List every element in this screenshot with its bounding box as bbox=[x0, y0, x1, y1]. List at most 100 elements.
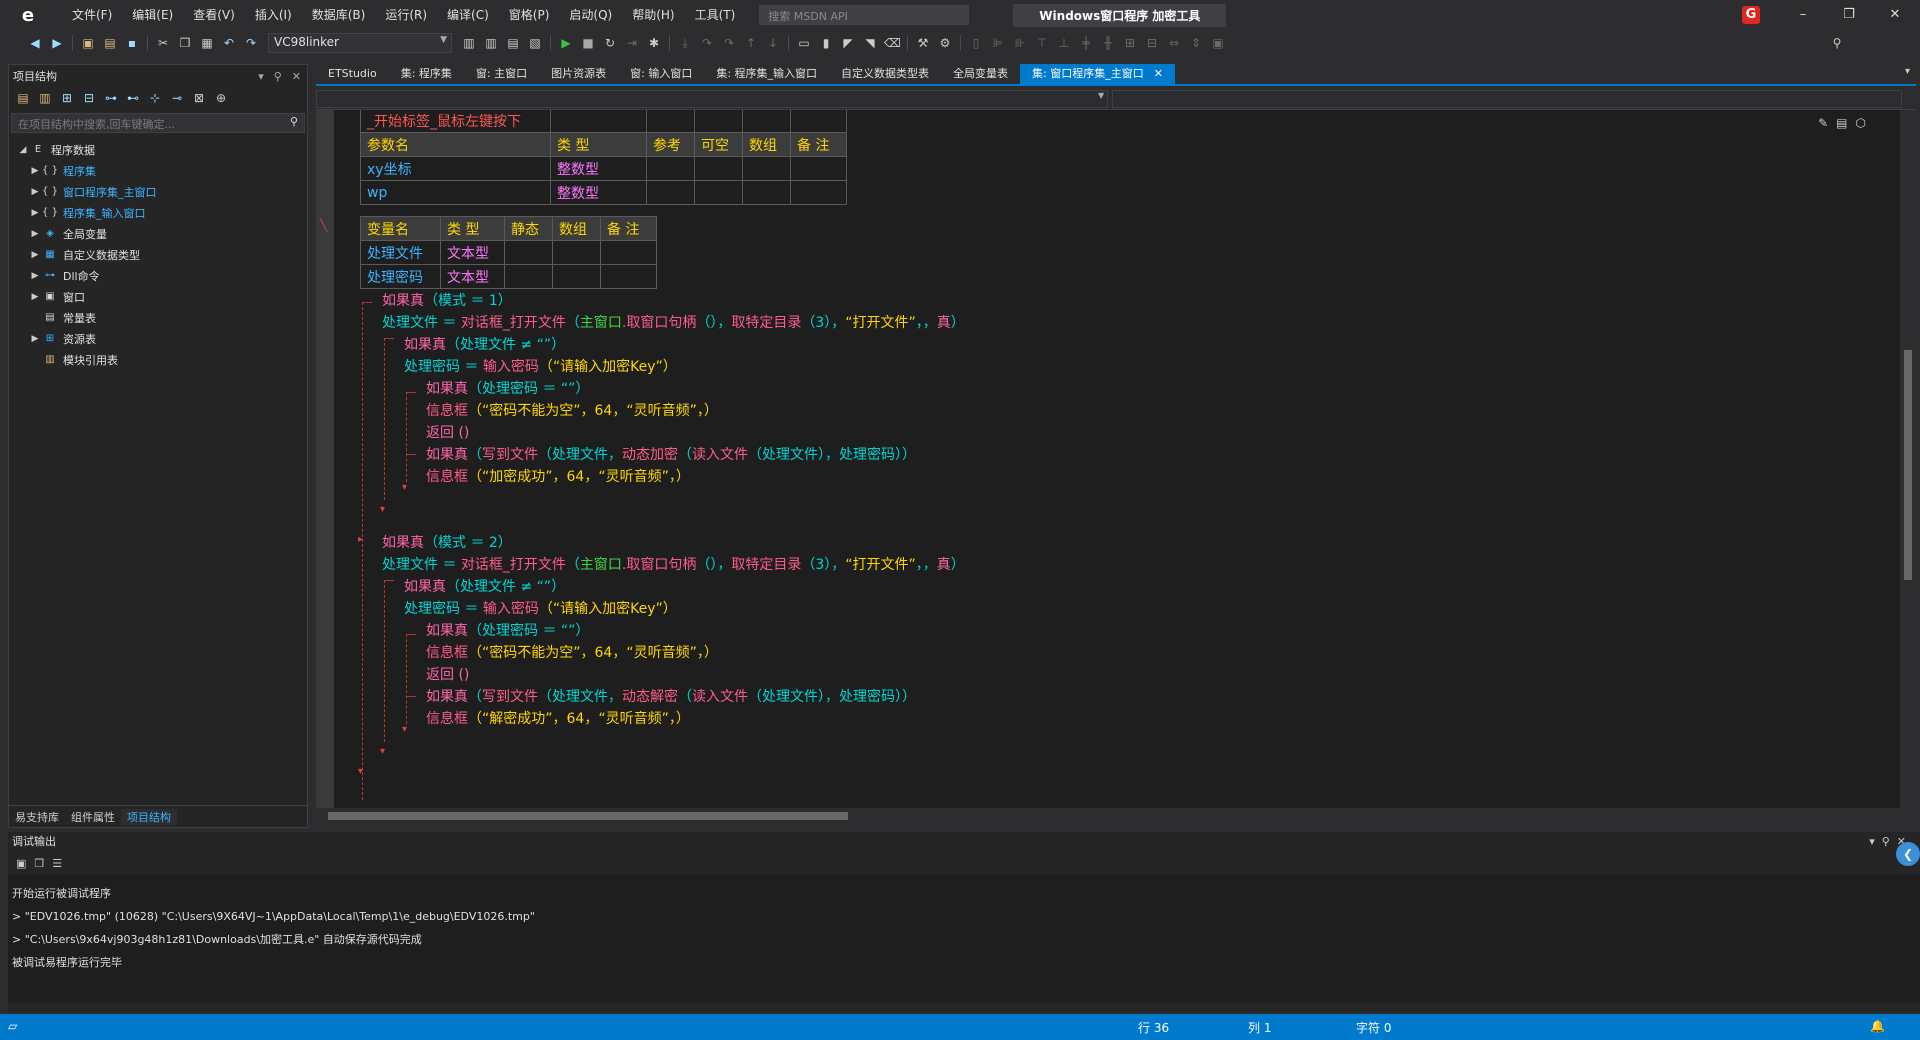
branch-icon[interactable]: ⊷ bbox=[125, 91, 141, 105]
menu-compile[interactable]: 编译(C) bbox=[437, 0, 499, 30]
expand-icon[interactable]: ▶ bbox=[29, 334, 41, 344]
node-icon[interactable]: ⊹ bbox=[147, 91, 163, 105]
tab-component-properties[interactable]: 组件属性 bbox=[65, 809, 121, 825]
cube-icon[interactable]: ⬡ bbox=[1856, 116, 1866, 130]
tree-item-module-refs[interactable]: ▥ 模块引用表 bbox=[9, 349, 307, 370]
expand-icon[interactable]: ▶ bbox=[29, 166, 41, 176]
menu-view[interactable]: 查看(V) bbox=[183, 0, 245, 30]
redo-icon[interactable]: ↷ bbox=[243, 35, 259, 51]
tree-expand-icon[interactable]: ⊟ bbox=[81, 91, 97, 105]
tab-input-window[interactable]: 窗: 输入窗口 bbox=[618, 64, 704, 84]
undo-icon[interactable]: ↶ bbox=[221, 35, 237, 51]
list-icon[interactable]: ☰ bbox=[52, 857, 62, 870]
tree-item-constants[interactable]: ▤ 常量表 bbox=[9, 307, 307, 328]
table-cell[interactable] bbox=[694, 180, 743, 205]
document-icon[interactable]: ▤ bbox=[1836, 116, 1847, 130]
code-line[interactable]: 如果真（模式 ＝ 2） bbox=[382, 532, 512, 554]
param-name[interactable]: wp bbox=[360, 180, 551, 205]
breakpoint-marker-icon[interactable]: ╲ bbox=[320, 218, 334, 232]
align-right-icon[interactable]: ⊪ bbox=[1012, 35, 1028, 51]
code-line[interactable]: 如果真（处理密码 ＝ “”） bbox=[426, 378, 589, 400]
tree-item-program-data[interactable]: ◢ E 程序数据 bbox=[9, 139, 307, 160]
tab-global-vars[interactable]: 全局变量表 bbox=[941, 64, 1020, 84]
add-icon[interactable]: ⊕ bbox=[213, 91, 229, 105]
code-line[interactable]: 处理密码 ＝ 输入密码（“请输入加密Key”） bbox=[404, 356, 677, 378]
variable-name[interactable]: 处理文件 bbox=[360, 240, 441, 265]
menu-file[interactable]: 文件(F) bbox=[62, 0, 122, 30]
tab-project-structure[interactable]: 项目结构 bbox=[121, 808, 177, 825]
code-line[interactable]: 返回 () bbox=[426, 422, 469, 444]
copy-icon[interactable]: ❐ bbox=[177, 35, 193, 51]
menu-edit[interactable]: 编辑(E) bbox=[122, 0, 183, 30]
new-file-icon[interactable]: ▣ bbox=[80, 35, 96, 51]
table-cell[interactable] bbox=[742, 156, 791, 181]
tree-item-dll-commands[interactable]: ▶ ⊶ Dll命令 bbox=[9, 265, 307, 286]
app-logo-icon[interactable]: e bbox=[14, 0, 42, 30]
stop-icon[interactable]: ■ bbox=[580, 35, 596, 51]
tree-item-input-window-assembly[interactable]: ▶ { } 程序集_输入窗口 bbox=[9, 202, 307, 223]
code-line[interactable]: 如果真（处理文件 ≠ “”） bbox=[404, 334, 565, 356]
menu-run[interactable]: 运行(R) bbox=[375, 0, 437, 30]
build-icon[interactable]: ▥ bbox=[461, 35, 477, 51]
bookmark-folder-icon[interactable]: ▭ bbox=[796, 35, 812, 51]
notification-bell-icon[interactable]: 🔔 bbox=[1870, 1019, 1885, 1033]
minimize-button[interactable]: – bbox=[1780, 0, 1826, 30]
param-name[interactable]: xy坐标 bbox=[360, 156, 551, 181]
run-icon[interactable]: ▶ bbox=[558, 35, 574, 51]
horizontal-scrollbar[interactable] bbox=[316, 808, 1900, 824]
build-all-icon[interactable]: ▥ bbox=[483, 35, 499, 51]
align-center-h-icon[interactable]: ╪ bbox=[1078, 35, 1094, 51]
bookmark-prev-icon[interactable]: ◤ bbox=[840, 35, 856, 51]
same-size-icon[interactable]: ▣ bbox=[1210, 35, 1226, 51]
debug-output-text[interactable]: 开始运行被调试程序 > "EDV1026.tmp" (10628) "C:\Us… bbox=[8, 874, 1920, 1002]
code-line[interactable]: 信息框（“加密成功”，64，“灵听音频”，） bbox=[426, 466, 690, 488]
tree-item-main-window-assembly[interactable]: ▶ { } 窗口程序集_主窗口 bbox=[9, 181, 307, 202]
vertical-scrollbar[interactable] bbox=[1900, 110, 1916, 808]
code-line[interactable]: 处理密码 ＝ 输入密码（“请输入加密Key”） bbox=[404, 598, 677, 620]
step-icon[interactable]: ⇥ bbox=[624, 35, 640, 51]
align-left-icon[interactable]: ⊫ bbox=[990, 35, 1006, 51]
tab-main-window-assembly[interactable]: 集: 窗口程序集_主窗口 ✕ bbox=[1020, 64, 1175, 84]
table-cell[interactable] bbox=[790, 156, 847, 181]
tree-icon[interactable]: ⊞ bbox=[59, 91, 75, 105]
scope-select[interactable] bbox=[316, 90, 1108, 108]
space-h-icon[interactable]: ⊞ bbox=[1122, 35, 1138, 51]
step-over-icon[interactable]: ↷ bbox=[699, 35, 715, 51]
tab-input-window-assembly[interactable]: 集: 程序集_输入窗口 bbox=[704, 64, 829, 84]
same-width-icon[interactable]: ⇔ bbox=[1166, 35, 1182, 51]
step-out-icon[interactable]: ↷ bbox=[721, 35, 737, 51]
param-type[interactable]: 整数型 bbox=[550, 156, 647, 181]
expand-icon[interactable]: ▶ bbox=[29, 229, 41, 239]
bookmark-icon[interactable]: ▮ bbox=[818, 35, 834, 51]
menu-help[interactable]: 帮助(H) bbox=[622, 0, 684, 30]
variable-type[interactable]: 文本型 bbox=[440, 240, 505, 265]
folder-icon[interactable]: ▤ bbox=[15, 91, 31, 105]
expand-icon[interactable]: ▶ bbox=[29, 187, 41, 197]
code-line[interactable]: 处理文件 ＝ 对话框_打开文件（主窗口.取窗口句柄（），取特定目录（3），“打开… bbox=[382, 554, 965, 576]
subroutine-name[interactable]: _开始标签_鼠标左键按下 bbox=[360, 110, 551, 133]
step-into-icon[interactable]: ⤓ bbox=[677, 35, 693, 51]
menu-database[interactable]: 数据库(B) bbox=[302, 0, 376, 30]
expand-icon[interactable]: ▶ bbox=[29, 292, 41, 302]
variable-type[interactable]: 文本型 bbox=[440, 264, 505, 289]
save-icon[interactable]: ▪ bbox=[124, 35, 140, 51]
code-line[interactable]: 如果真（处理文件 ≠ “”） bbox=[404, 576, 565, 598]
move-up-icon[interactable]: ↑ bbox=[743, 35, 759, 51]
tree-item-windows[interactable]: ▶ ▣ 窗口 bbox=[9, 286, 307, 307]
tab-etstudio[interactable]: ETStudio bbox=[316, 64, 389, 84]
pin-icon[interactable]: ⚲ bbox=[1882, 835, 1890, 848]
expand-icon[interactable]: ▶ bbox=[29, 271, 41, 281]
table-cell[interactable] bbox=[790, 180, 847, 205]
member-select[interactable] bbox=[1112, 90, 1902, 108]
move-down-icon[interactable]: ↓ bbox=[765, 35, 781, 51]
code-editor[interactable]: ╲ ✎ ▤ ⬡ _开始标签_鼠标左键按下 参数名 类 型 参考 可空 数组 备 … bbox=[316, 110, 1900, 808]
settings-icon[interactable]: ⊠ bbox=[191, 91, 207, 105]
wrench-icon[interactable]: ⚒ bbox=[915, 35, 931, 51]
folder-add-icon[interactable]: ▥ bbox=[37, 91, 53, 105]
clear-output-icon[interactable]: ▣ bbox=[16, 857, 26, 870]
copy-output-icon[interactable]: ❐ bbox=[34, 857, 44, 870]
menu-launch[interactable]: 启动(Q) bbox=[559, 0, 622, 30]
align-top-icon[interactable]: ⊤ bbox=[1034, 35, 1050, 51]
table-cell[interactable] bbox=[552, 264, 601, 289]
tab-image-resources[interactable]: 图片资源表 bbox=[539, 64, 618, 84]
